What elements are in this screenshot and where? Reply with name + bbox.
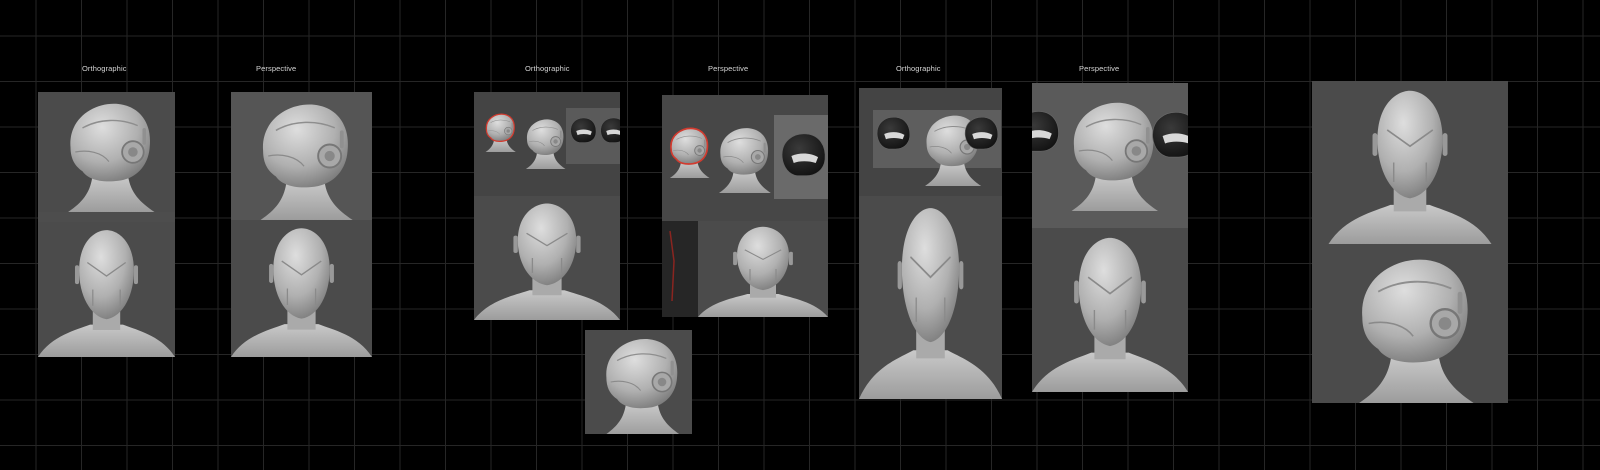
helmet-front-model [859, 207, 1002, 399]
helmet-front-model [1327, 89, 1493, 244]
reference-image-final[interactable] [1312, 81, 1508, 403]
reference-image-perspective-2[interactable] [662, 95, 828, 317]
reference-image-orthographic-2[interactable] [474, 92, 620, 320]
helmet-front-model [474, 202, 620, 320]
reference-image-side-closeup[interactable] [585, 330, 692, 434]
render-front-view [38, 222, 175, 357]
render-side-view [585, 330, 692, 434]
helmet-front-model [1032, 237, 1188, 392]
helmet-side-model [1357, 258, 1475, 403]
reference-image-perspective-3[interactable] [1032, 83, 1188, 392]
helmet-side-model [67, 102, 156, 212]
thumbnail-strip [662, 95, 828, 221]
label-perspective-1: Perspective [256, 64, 297, 73]
render-front-view [1312, 81, 1508, 244]
dark-side-strip [662, 221, 698, 317]
thumbnail-strip [474, 92, 620, 196]
label-perspective-2: Perspective [708, 64, 749, 73]
helmet-front-model [698, 226, 828, 317]
render-side-view [1312, 244, 1508, 403]
render-front-view [1032, 228, 1188, 392]
helmet-side-model [259, 103, 354, 220]
reference-image-perspective-1[interactable] [231, 92, 372, 357]
reference-image-orthographic-1[interactable] [38, 92, 175, 357]
render-front-torso [474, 196, 620, 320]
label-orthographic-1: Orthographic [82, 64, 127, 73]
red-outline-sketch [669, 230, 675, 302]
render-front-view [231, 220, 372, 357]
label-orthographic-2: Orthographic [525, 64, 570, 73]
viewport-thumbnails [474, 92, 620, 196]
render-side-view [1032, 83, 1188, 228]
render-side-view [231, 92, 372, 220]
render-side-view [38, 92, 175, 212]
helmet-front-model [38, 229, 175, 357]
label-perspective-3: Perspective [1079, 64, 1120, 73]
render-front-torso [698, 221, 828, 317]
viewport-thumbnails [859, 88, 1002, 196]
thumbnail-strip [859, 88, 1002, 196]
viewport-thumbnails [662, 95, 828, 221]
helmet-side-model [603, 338, 683, 434]
helmet-front-model [231, 227, 372, 357]
helmet-side-model [1032, 83, 1188, 228]
reference-image-orthographic-3[interactable] [859, 88, 1002, 399]
label-orthographic-3: Orthographic [896, 64, 941, 73]
render-front-view [859, 196, 1002, 399]
